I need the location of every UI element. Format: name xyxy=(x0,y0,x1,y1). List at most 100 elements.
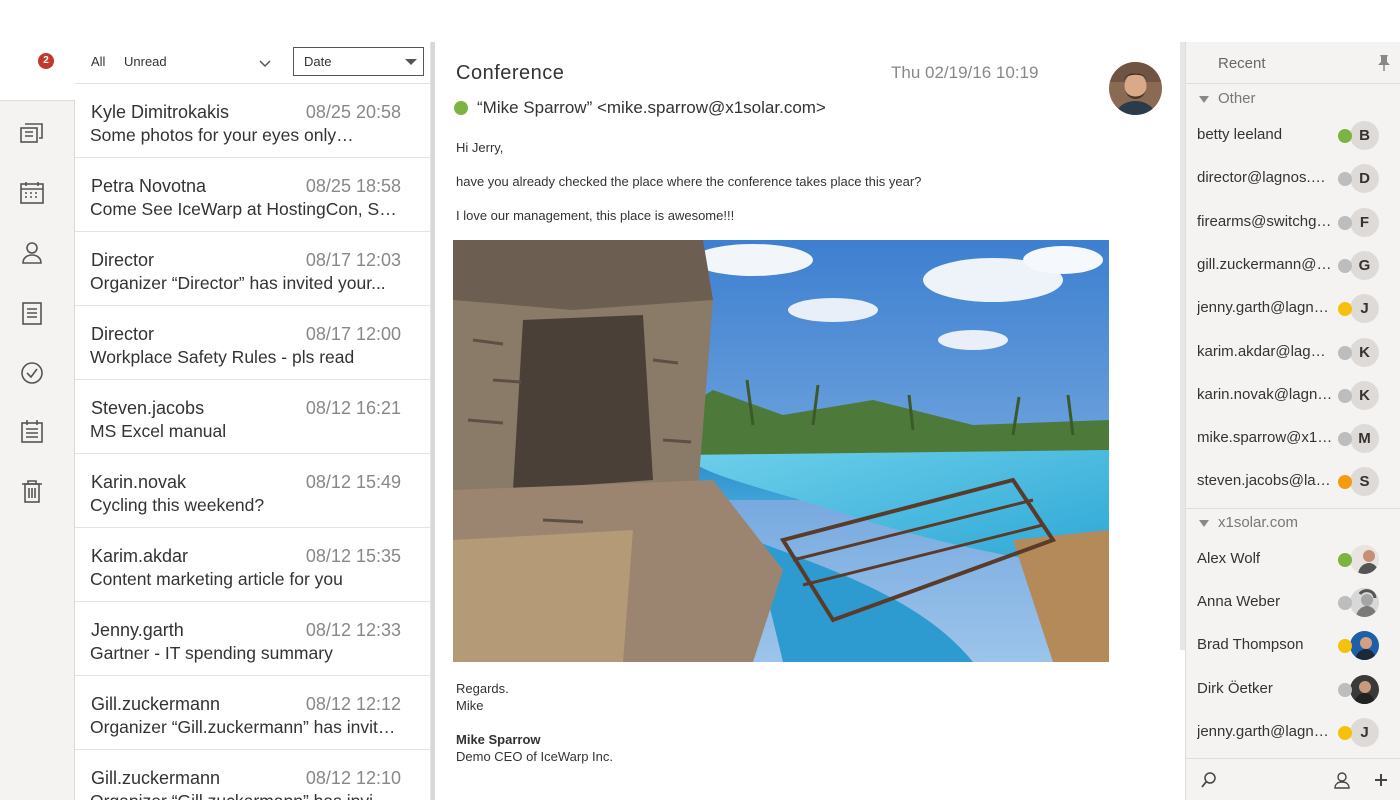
contact-row[interactable]: gill.zuckermann@lagnos.com G xyxy=(1186,244,1400,287)
contact-row[interactable]: mike.sparrow@x1solar.com M xyxy=(1186,417,1400,460)
filter-all[interactable]: All xyxy=(91,54,105,69)
message-row[interactable]: Jenny.garth 08/12 12:33 Gartner - IT spend… xyxy=(75,602,431,676)
avatar: B xyxy=(1350,121,1379,150)
contact-row[interactable]: karim.akdar@lagnos.com K xyxy=(1186,331,1400,374)
message-row[interactable]: Kyle Dimitrokakis 08/25 20:58 Some photos … xyxy=(75,84,431,158)
message-line: I love our management, this place is awe… xyxy=(456,208,735,223)
message-from: Karim.akdar xyxy=(91,546,189,566)
contact-name: Brad Thompson xyxy=(1197,636,1304,654)
message-sender[interactable]: “Mike Sparrow” <mike.sparrow@x1solar.com… xyxy=(477,98,826,118)
mail-icon[interactable] xyxy=(18,119,46,147)
contact-row[interactable]: jenny.garth@lagnos.com J xyxy=(1186,711,1400,754)
presence-dot xyxy=(1338,215,1352,230)
avatar xyxy=(1350,588,1379,617)
recent-label[interactable]: Recent xyxy=(1218,55,1266,72)
sort-select[interactable]: Date xyxy=(293,47,424,76)
contact-name: director@lagnos.com xyxy=(1197,169,1333,187)
message-from: Director xyxy=(91,324,155,344)
chevron-down-icon[interactable] xyxy=(258,56,272,70)
contact-name: mike.sparrow@x1solar.com xyxy=(1197,429,1333,447)
contact-name: firearms@switchgear.com xyxy=(1197,212,1333,230)
contact-row[interactable]: Brad Thompson xyxy=(1186,624,1400,667)
events-icon[interactable] xyxy=(18,417,46,445)
filter-unread[interactable]: Unread xyxy=(124,54,167,69)
contact-name: karin.novak@lagnos.com xyxy=(1197,385,1333,403)
presence-dot xyxy=(1338,639,1352,654)
message-row[interactable]: Gill.zuckermann 08/12 12:10 Organizer “Gil… xyxy=(75,750,431,800)
message-row[interactable]: Director 08/17 12:03 Organizer “Director” … xyxy=(75,232,431,306)
message-row[interactable]: Karin.novak 08/12 15:49 Cycling this weeke… xyxy=(75,454,431,528)
calendar-icon[interactable] xyxy=(18,179,46,207)
contact-name: Dirk Öetker xyxy=(1197,679,1273,697)
add-contact-icon[interactable] xyxy=(1333,771,1351,789)
nav-rail-icons xyxy=(0,100,75,800)
message-list: All Unread Date Kyle Dimitrokakis 08/25 2… xyxy=(75,42,431,800)
tasks-icon[interactable] xyxy=(18,359,46,387)
message-from: Petra Novotna xyxy=(91,176,207,196)
avatar xyxy=(1350,631,1379,661)
message-subject-preview: Organizer “Gill.zuckermann” has invit… xyxy=(90,717,396,737)
presence-dot xyxy=(1338,129,1352,143)
group-name: Other xyxy=(1218,90,1256,107)
avatar: J xyxy=(1350,294,1379,324)
sender-avatar[interactable] xyxy=(1109,62,1162,115)
message-time: 08/12 12:12 xyxy=(305,694,401,714)
avatar: D xyxy=(1350,164,1379,194)
message-time: 08/12 12:33 xyxy=(305,620,401,640)
message-from: Gill.zuckermann xyxy=(91,768,221,788)
notes-icon[interactable] xyxy=(18,299,46,327)
message-from: Kyle Dimitrokakis xyxy=(91,102,230,122)
avatar: K xyxy=(1350,337,1379,367)
contact-row[interactable]: Alex Wolf xyxy=(1186,538,1400,581)
message-from: Director xyxy=(91,250,155,270)
message-subject-preview: Gartner - IT spending summary xyxy=(90,643,333,663)
contacts-icon[interactable] xyxy=(18,239,46,267)
avatar: G xyxy=(1350,250,1379,280)
collapse-triangle-icon xyxy=(1199,519,1209,527)
avatar: J xyxy=(1350,717,1379,747)
attached-photo[interactable] xyxy=(453,240,1109,662)
contact-group-header[interactable]: x1solar.com xyxy=(1186,508,1400,538)
contact-row[interactable]: karin.novak@lagnos.com K xyxy=(1186,374,1400,417)
message-row[interactable]: Director 08/17 12:00 Workplace Safety Rule… xyxy=(75,306,431,380)
message-row[interactable]: Steven.jacobs 08/12 16:21 MS Excel manual xyxy=(75,380,431,454)
contact-row[interactable]: Dirk Öetker xyxy=(1186,668,1400,711)
message-subject: Conference xyxy=(456,62,565,84)
message-row[interactable]: Petra Novotna 08/25 18:58 Come See IceWarp… xyxy=(75,158,431,232)
contact-row[interactable]: firearms@switchgear.com F xyxy=(1186,201,1400,244)
search-icon[interactable] xyxy=(1200,771,1218,789)
contact-row[interactable]: steven.jacobs@lagnos.com S xyxy=(1186,460,1400,503)
avatar xyxy=(1350,544,1379,574)
pin-icon[interactable] xyxy=(1376,54,1392,72)
message-subject-preview: Cycling this weekend? xyxy=(90,495,265,515)
message-time: 08/17 12:03 xyxy=(305,250,401,270)
group-name: x1solar.com xyxy=(1218,513,1299,531)
trash-icon[interactable] xyxy=(18,477,46,505)
message-row[interactable]: Karim.akdar 08/12 15:35 Content marketing … xyxy=(75,528,431,602)
message-subject-preview: Organizer “Director” has invited your... xyxy=(90,273,386,293)
contact-row[interactable]: betty leeland B xyxy=(1186,114,1400,157)
presence-dot xyxy=(1338,725,1352,740)
filter-bar: All Unread Date xyxy=(75,42,431,84)
message-subject-preview: Workplace Safety Rules - pls read xyxy=(90,347,355,367)
message-from: Jenny.garth xyxy=(91,620,184,640)
plus-icon[interactable] xyxy=(1372,771,1390,789)
message-time: 08/25 18:58 xyxy=(305,176,401,196)
message-time: 08/17 12:00 xyxy=(305,324,401,344)
unread-badge[interactable]: 2 xyxy=(38,53,54,69)
message-row[interactable]: Gill.zuckermann 08/12 12:12 Organizer “Gil… xyxy=(75,676,431,750)
contact-row[interactable]: director@lagnos.com D xyxy=(1186,157,1400,200)
contact-group-header[interactable]: Other xyxy=(1186,84,1400,114)
contacts-footer xyxy=(1186,758,1400,800)
message-time: 08/12 15:49 xyxy=(305,472,401,492)
nav-rail: 2 xyxy=(0,0,75,800)
message-signoff: Mike xyxy=(456,698,484,713)
contact-name: betty leeland xyxy=(1197,126,1283,143)
presence-dot xyxy=(1338,552,1352,567)
contact-row[interactable]: jenny.garth@lagnos.com J xyxy=(1186,287,1400,330)
presence-dot xyxy=(1338,596,1352,610)
avatar: F xyxy=(1350,207,1379,237)
message-from: Gill.zuckermann xyxy=(91,694,221,714)
contact-row[interactable]: Anna Weber xyxy=(1186,581,1400,624)
message-from: Steven.jacobs xyxy=(91,398,205,418)
